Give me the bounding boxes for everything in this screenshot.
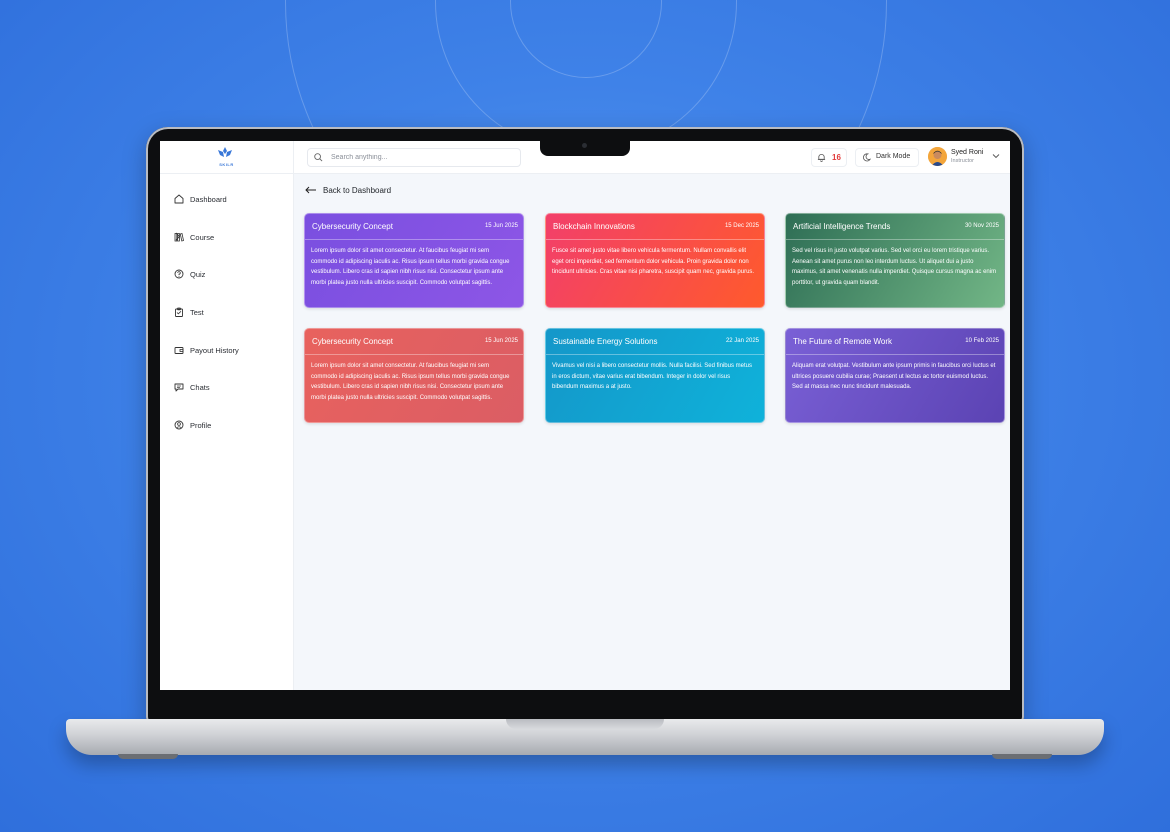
avatar	[928, 147, 947, 166]
card-title: The Future of Remote Work	[793, 337, 892, 346]
card-date: 10 Feb 2025	[965, 338, 999, 344]
article-card[interactable]: The Future of Remote Work 10 Feb 2025 Al…	[785, 328, 1005, 423]
dark-mode-label: Dark Mode	[876, 153, 911, 160]
sidebar-item-chats[interactable]: Chats	[160, 376, 293, 398]
card-date: 15 Jun 2025	[484, 223, 518, 229]
card-header: Sustainable Energy Solutions 22 Jan 2025	[546, 329, 764, 355]
user-name: Syed Roni	[951, 149, 984, 156]
sidebar-item-test[interactable]: Test	[160, 301, 293, 323]
sidebar-item-label: Payout History	[190, 346, 239, 355]
search-box[interactable]	[307, 148, 521, 167]
notifications-button[interactable]: 16	[811, 148, 847, 167]
wallet-icon	[174, 347, 184, 354]
sidebar-item-label: Profile	[190, 421, 212, 430]
card-title: Cybersecurity Concept	[312, 222, 393, 231]
camera-icon	[582, 143, 587, 148]
article-card[interactable]: Cybersecurity Concept 15 Jun 2025 Lorem …	[304, 328, 524, 423]
card-header: The Future of Remote Work 10 Feb 2025	[786, 329, 1004, 355]
dark-mode-toggle[interactable]: Dark Mode	[855, 148, 919, 167]
chevron-down-icon	[992, 154, 1000, 159]
question-circle-icon	[174, 269, 184, 279]
sidebar-item-label: Test	[190, 308, 204, 317]
article-card[interactable]: Artificial Intelligence Trends 30 Nov 20…	[785, 213, 1005, 308]
card-title: Cybersecurity Concept	[312, 337, 393, 346]
card-body: Lorem ipsum dolor sit amet consectetur. …	[311, 248, 510, 286]
logo-icon	[218, 147, 232, 157]
article-card[interactable]: Cybersecurity Concept 15 Jun 2025 Lorem …	[304, 213, 524, 308]
home-icon	[174, 194, 184, 204]
article-card[interactable]: Sustainable Energy Solutions 22 Jan 2025…	[545, 328, 765, 423]
card-date: 22 Jan 2025	[725, 338, 759, 344]
user-circle-icon	[174, 420, 184, 430]
logo-text: SKILR	[219, 162, 234, 167]
clipboard-icon	[175, 307, 183, 317]
notification-count: 16	[832, 153, 841, 162]
card-body: Vivamus vel nisi a libero consectetur mo…	[552, 363, 752, 391]
card-header: Cybersecurity Concept 15 Jun 2025	[305, 214, 523, 240]
moon-icon	[863, 153, 871, 162]
arrow-left-icon	[305, 186, 316, 194]
sidebar-item-label: Course	[190, 233, 215, 242]
sidebar-item-label: Chats	[190, 383, 210, 392]
user-role: Instructor	[951, 158, 974, 164]
card-body: Sed vel risus in justo volutpat varius. …	[792, 248, 997, 286]
laptop-foot	[118, 754, 178, 759]
card-title: Artificial Intelligence Trends	[793, 222, 891, 231]
search-icon	[314, 153, 323, 162]
sidebar-item-profile[interactable]: Profile	[160, 414, 293, 436]
card-body: Fusce sit amet justo vitae libero vehicu…	[552, 248, 755, 276]
card-header: Artificial Intelligence Trends 30 Nov 20…	[786, 214, 1004, 240]
article-card[interactable]: Blockchain Innovations 15 Dec 2025 Fusce…	[545, 213, 765, 308]
chevron-right-icon	[175, 232, 181, 241]
chat-icon	[174, 383, 184, 392]
laptop-foot	[992, 754, 1052, 759]
sidebar-item-dashboard[interactable]: Dashboard	[160, 188, 293, 210]
card-date: 30 Nov 2025	[964, 223, 999, 229]
card-body: Aliquam erat volutpat. Vestibulum ante i…	[792, 363, 996, 391]
bell-icon	[817, 154, 826, 162]
search-input[interactable]	[331, 151, 511, 163]
app-screen: SKILR 16 Dark Mode	[160, 141, 1010, 690]
sidebar-item-label: Quiz	[190, 270, 206, 279]
card-title: Sustainable Energy Solutions	[553, 337, 658, 346]
sidebar-item-label: Dashboard	[190, 195, 227, 204]
card-date: 15 Jun 2025	[484, 338, 518, 344]
sidebar: Dashboard Course Quiz Test Payout Histor…	[160, 174, 294, 690]
sidebar-item-course[interactable]: Course	[160, 226, 293, 248]
card-header: Cybersecurity Concept 15 Jun 2025	[305, 329, 523, 355]
card-date: 15 Dec 2025	[724, 223, 759, 229]
sidebar-item-payout-history[interactable]: Payout History	[160, 339, 293, 361]
card-header: Blockchain Innovations 15 Dec 2025	[546, 214, 764, 240]
laptop-base	[66, 719, 1104, 755]
logo[interactable]: SKILR	[160, 141, 294, 173]
card-title: Blockchain Innovations	[553, 222, 635, 231]
user-menu[interactable]: Syed Roni Instructor	[926, 145, 1004, 169]
card-body: Lorem ipsum dolor sit amet consectetur. …	[311, 363, 510, 401]
back-label: Back to Dashboard	[323, 186, 392, 195]
camera-notch	[540, 141, 630, 156]
sidebar-item-quiz[interactable]: Quiz	[160, 263, 293, 285]
